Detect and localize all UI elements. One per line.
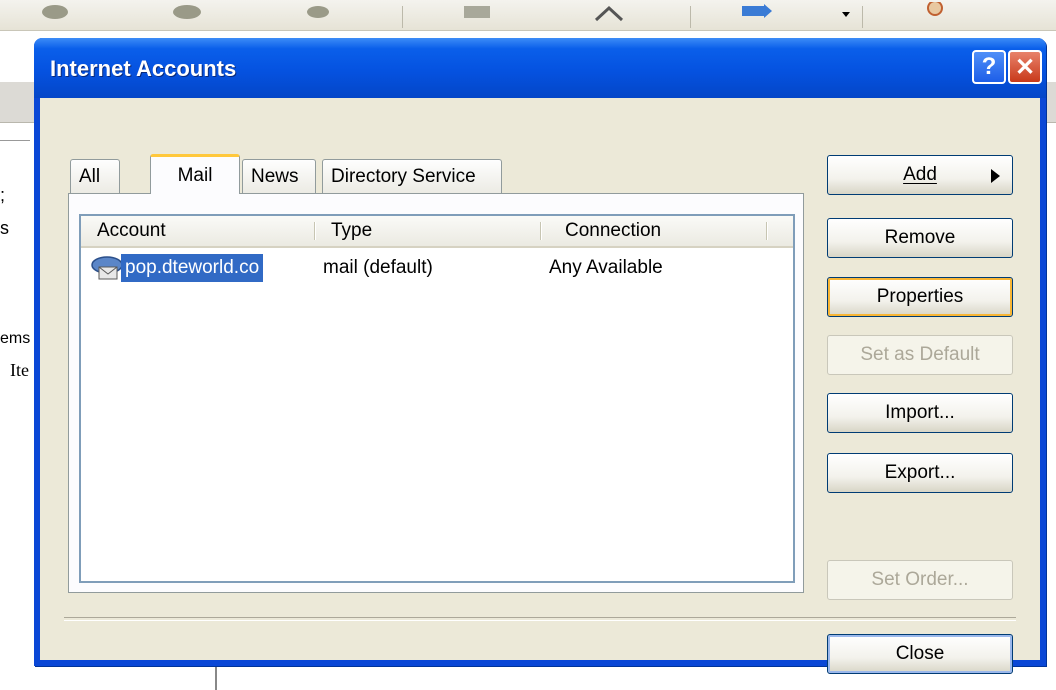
background-text-fragment: ems (0, 330, 31, 347)
dialog-title-bar[interactable]: Internet Accounts ? ✕ (34, 38, 1046, 98)
import-button[interactable]: Import... (827, 393, 1013, 433)
background-divider (0, 140, 30, 141)
chevron-down-icon[interactable] (830, 2, 864, 22)
background-text-fragment: ; (0, 185, 6, 205)
tab-label: Mail (177, 164, 213, 186)
chevron-right-icon (991, 169, 1000, 183)
internet-accounts-dialog: Internet Accounts ? ✕ All Mail News Dire… (34, 38, 1046, 674)
reply-icon[interactable] (38, 2, 72, 22)
close-button[interactable]: Close (827, 634, 1013, 674)
close-window-button[interactable]: ✕ (1008, 50, 1042, 84)
add-button[interactable]: Add (827, 155, 1013, 195)
tab-directory-service[interactable]: Directory Service (322, 159, 502, 193)
toolbar-separator (690, 6, 691, 28)
dialog-client-area: All Mail News Directory Service Account … (40, 98, 1040, 674)
mail-tab-panel: Account Type Connection pop.dteworld.co … (68, 193, 804, 593)
column-header-type[interactable]: Type (315, 216, 541, 246)
toolbar-separator (862, 6, 863, 28)
up-arrow-icon[interactable] (592, 2, 626, 22)
mail-account-icon (91, 256, 123, 280)
close-button-label: Close (895, 643, 945, 664)
set-as-default-button-label: Set as Default (860, 344, 980, 365)
properties-button-label: Properties (876, 286, 964, 307)
print-icon[interactable] (460, 2, 494, 22)
close-icon: ✕ (1014, 53, 1036, 81)
background-toolbar (0, 0, 1056, 31)
export-button[interactable]: Export... (827, 453, 1013, 493)
toolbar-separator (402, 6, 403, 28)
help-button[interactable]: ? (972, 50, 1006, 84)
background-text-fragment: s (0, 218, 9, 238)
table-row[interactable]: pop.dteworld.co mail (default) Any Avail… (81, 252, 793, 284)
export-button-label: Export... (884, 462, 956, 483)
account-connection-cell: Any Available (549, 257, 663, 278)
remove-button[interactable]: Remove (827, 218, 1013, 258)
forward-icon[interactable] (300, 2, 334, 22)
addresses-icon[interactable] (918, 2, 952, 22)
list-header: Account Type Connection (81, 216, 793, 248)
account-type-cell: mail (default) (323, 257, 433, 278)
tab-label: Directory Service (331, 165, 476, 187)
account-name-cell: pop.dteworld.co (121, 254, 264, 282)
send-receive-icon[interactable] (740, 2, 774, 22)
remove-button-label: Remove (884, 227, 956, 248)
accounts-list[interactable]: Account Type Connection pop.dteworld.co … (79, 214, 795, 583)
import-button-label: Import... (885, 402, 955, 423)
tab-all[interactable]: All (70, 159, 120, 193)
tab-label: All (79, 165, 101, 187)
tab-mail[interactable]: Mail (150, 154, 240, 194)
column-header-account[interactable]: Account (81, 216, 315, 246)
background-text-fragment: Ite (10, 360, 29, 380)
add-button-label: Add (903, 164, 937, 185)
dialog-title: Internet Accounts (50, 56, 237, 81)
column-header-connection[interactable]: Connection (541, 216, 767, 246)
properties-button[interactable]: Properties (827, 277, 1013, 317)
set-order-button-label: Set Order... (871, 569, 969, 590)
set-as-default-button[interactable]: Set as Default (827, 335, 1013, 375)
tab-news[interactable]: News (242, 159, 316, 193)
help-icon: ? (981, 53, 997, 80)
background-divider (215, 665, 217, 690)
dialog-divider (64, 617, 1016, 621)
tab-label: News (251, 165, 299, 187)
set-order-button[interactable]: Set Order... (827, 560, 1013, 600)
reply-all-icon[interactable] (170, 2, 204, 22)
